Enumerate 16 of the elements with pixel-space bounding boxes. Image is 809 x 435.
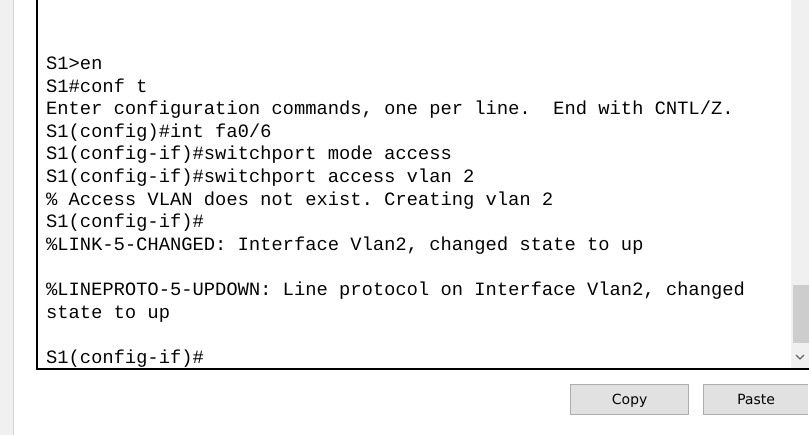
scrollbar-thumb[interactable] xyxy=(793,285,809,343)
action-button[interactable]: Paste xyxy=(703,384,808,415)
terminal-line: S1(config-if)#switchport access vlan 2 xyxy=(46,166,476,189)
terminal-line: S1>en xyxy=(46,53,104,76)
terminal-line: S1(config-if)#switchport mode access xyxy=(46,143,453,166)
scroll-down-icon[interactable] xyxy=(795,354,805,360)
terminal-line: % Access VLAN does not exist. Creating vlan 2 xyxy=(46,188,554,212)
terminal-line: S1#conf t xyxy=(46,76,148,98)
terminal-line: %LINK-5-CHANGED: Interface Vlan2, changed state to up xyxy=(46,234,644,256)
terminal-line: S1(config-if)# xyxy=(46,211,205,234)
terminal-line: S1(config)#int fa0/6 xyxy=(46,120,272,144)
terminal-line: %LINEPROTO-5-UPDOWN: Line protocol on Interface Vlan2, changed state to up xyxy=(46,278,746,324)
scrollbar[interactable] xyxy=(791,0,809,368)
terminal-line: Enter configuration commands, one per line. End with CNTL/Z. xyxy=(46,98,735,121)
terminal-line: S1(config-if)# xyxy=(46,346,205,368)
action-button[interactable]: Copy xyxy=(570,384,689,415)
